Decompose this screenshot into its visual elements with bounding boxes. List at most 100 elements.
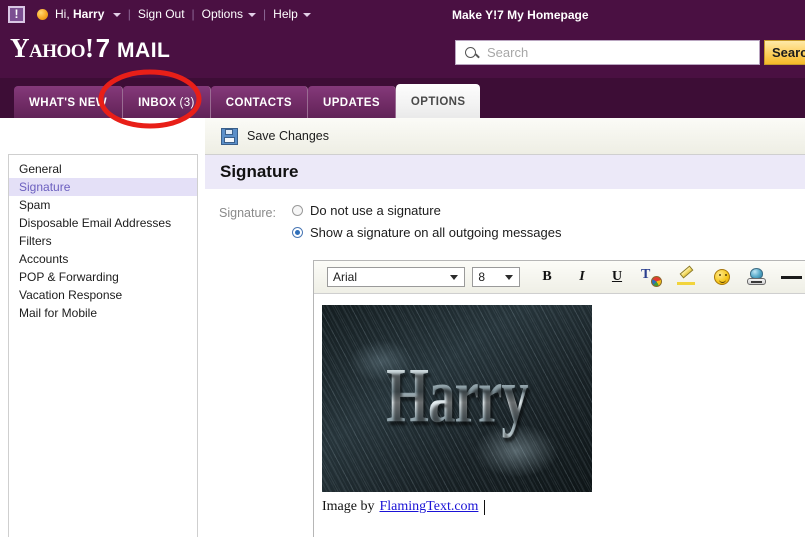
chevron-down-icon[interactable] — [112, 12, 121, 17]
flamingtext-link[interactable]: FlamingText.com — [379, 499, 478, 515]
sidebar-item-filters[interactable]: Filters — [9, 232, 197, 250]
tab-label: INBOX — [138, 97, 177, 109]
smiley-icon — [714, 269, 730, 285]
signature-editor: Arial 8 B I U T Harry Image by FlamingTe… — [313, 260, 805, 537]
section-heading-band: Signature — [205, 155, 805, 189]
save-changes-button[interactable]: Save Changes — [247, 129, 329, 143]
user-name: Harry — [73, 7, 105, 21]
rule-dash — [781, 276, 802, 279]
search-button[interactable]: Search — [764, 40, 805, 65]
save-disk-icon — [221, 127, 238, 145]
editor-content-area[interactable]: Harry Image by FlamingText.com — [314, 294, 805, 537]
credit-prefix: Image by — [322, 499, 375, 514]
search-input[interactable] — [485, 44, 739, 61]
search-icon — [465, 47, 476, 58]
sidebar-item-label: Mail for Mobile — [19, 306, 98, 320]
options-menu-link[interactable]: Options — [201, 7, 257, 21]
sidebar-item-label: Accounts — [19, 252, 69, 266]
page-header: ! Hi, Harry | Sign Out | Options | Help … — [0, 0, 805, 78]
radio-button[interactable] — [292, 205, 303, 216]
signature-image[interactable]: Harry — [322, 305, 592, 492]
chevron-down-icon — [450, 275, 459, 280]
favicon-exclamation-glyph: ! — [14, 6, 19, 21]
image-credit-line: Image by FlamingText.com — [322, 499, 486, 515]
sidebar-item-label: Vacation Response — [19, 288, 123, 302]
sidebar-item-mail-for-mobile[interactable]: Mail for Mobile — [9, 304, 197, 322]
link-base — [747, 278, 766, 285]
top-utility-bar: ! Hi, Harry | Sign Out | Options | Help — [0, 0, 805, 28]
sign-out-link[interactable]: Sign Out — [138, 7, 185, 21]
content-toolbar: Save Changes — [205, 118, 805, 155]
tab-inbox[interactable]: INBOX (3) — [123, 86, 211, 120]
tab-contacts[interactable]: CONTACTS — [210, 86, 308, 120]
horizontal-rule-icon[interactable] — [779, 266, 805, 288]
sidebar-item-label: General — [19, 162, 62, 176]
inbox-unread-count: (3) — [179, 97, 195, 109]
chevron-down-icon — [505, 275, 513, 280]
sidebar-item-general[interactable]: General — [9, 160, 197, 178]
help-label: Help — [273, 7, 298, 21]
page-title: Signature — [220, 162, 299, 181]
sidebar-item-spam[interactable]: Spam — [9, 196, 197, 214]
yahoo-mail-options-page: ! Hi, Harry | Sign Out | Options | Help … — [0, 0, 805, 537]
search-area: Search — [455, 40, 805, 65]
divider: | — [191, 7, 195, 21]
logo-yahoo-text: Yahoo! — [10, 33, 94, 63]
divider: | — [263, 7, 267, 21]
user-greeting[interactable]: Hi, Harry — [55, 7, 121, 21]
tab-updates[interactable]: UPDATES — [308, 86, 396, 120]
sidebar-item-label: POP & Forwarding — [19, 270, 119, 284]
make-homepage-link[interactable]: Make Y!7 My Homepage — [452, 8, 589, 22]
text-cursor — [484, 499, 486, 515]
sidebar-item-label: Signature — [19, 180, 71, 194]
highlighter-pen-icon[interactable] — [674, 265, 700, 288]
sidebar-item-pop-and-forwarding[interactable]: POP & Forwarding — [9, 268, 197, 286]
options-label: Options — [201, 7, 244, 21]
insert-link-icon[interactable] — [744, 266, 770, 288]
chevron-down-icon[interactable] — [302, 12, 311, 17]
logo-seven-text: 7 — [95, 33, 111, 63]
tab-label: UPDATES — [323, 97, 380, 109]
chevron-down-icon[interactable] — [248, 12, 257, 17]
font-family-value: Arial — [333, 270, 358, 284]
tab-list: WHAT'S NEW INBOX (3) CONTACTS UPDATES OP… — [14, 84, 481, 120]
font-size-value: 8 — [478, 270, 486, 284]
radio-label: Do not use a signature — [310, 203, 441, 218]
font-family-select[interactable]: Arial — [327, 267, 466, 287]
help-menu-link[interactable]: Help — [273, 7, 311, 21]
yahoo-mail-logo[interactable]: Yahoo! 7 MAIL — [10, 33, 170, 64]
tab-label: WHAT'S NEW — [29, 97, 108, 109]
presence-status-icon — [37, 8, 48, 20]
radio-label: Show a signature on all outgoing message… — [310, 225, 562, 240]
pen-body — [679, 265, 694, 279]
pen-highlight-line — [677, 282, 695, 285]
emoticon-button[interactable] — [709, 266, 735, 288]
tab-label: CONTACTS — [225, 97, 292, 109]
options-content: Save Changes Signature Signature: Do not… — [205, 118, 805, 537]
tab-strip: WHAT'S NEW INBOX (3) CONTACTS UPDATES OP… — [0, 78, 805, 120]
search-box[interactable] — [455, 40, 760, 65]
sidebar-item-disposable-email-addresses[interactable]: Disposable Email Addresses — [9, 214, 197, 232]
font-size-select[interactable]: 8 — [472, 267, 520, 287]
italic-button[interactable]: I — [569, 266, 595, 288]
divider: | — [127, 7, 131, 21]
radio-button-selected[interactable] — [292, 227, 303, 238]
signature-image-text: Harry — [386, 351, 529, 439]
editor-toolbar: Arial 8 B I U T — [314, 261, 805, 294]
sidebar-item-signature[interactable]: Signature — [9, 178, 197, 196]
underline-button[interactable]: U — [604, 266, 630, 288]
bold-button[interactable]: B — [534, 266, 560, 288]
radio-option-show-signature[interactable]: Show a signature on all outgoing message… — [292, 225, 562, 240]
sidebar-item-vacation-response[interactable]: Vacation Response — [9, 286, 197, 304]
tab-label: OPTIONS — [410, 96, 466, 108]
tab-whats-new[interactable]: WHAT'S NEW — [14, 86, 124, 120]
sidebar-item-label: Spam — [19, 198, 51, 212]
sidebar-item-label: Disposable Email Addresses — [19, 216, 172, 230]
logo-mail-text: MAIL — [117, 39, 171, 62]
radio-option-no-signature[interactable]: Do not use a signature — [292, 203, 441, 218]
options-sidebar: General Signature Spam Disposable Email … — [8, 154, 198, 537]
text-color-icon[interactable]: T — [639, 266, 665, 288]
greeting-prefix: Hi, — [55, 7, 70, 21]
sidebar-item-accounts[interactable]: Accounts — [9, 250, 197, 268]
tab-options[interactable]: OPTIONS — [395, 84, 481, 120]
